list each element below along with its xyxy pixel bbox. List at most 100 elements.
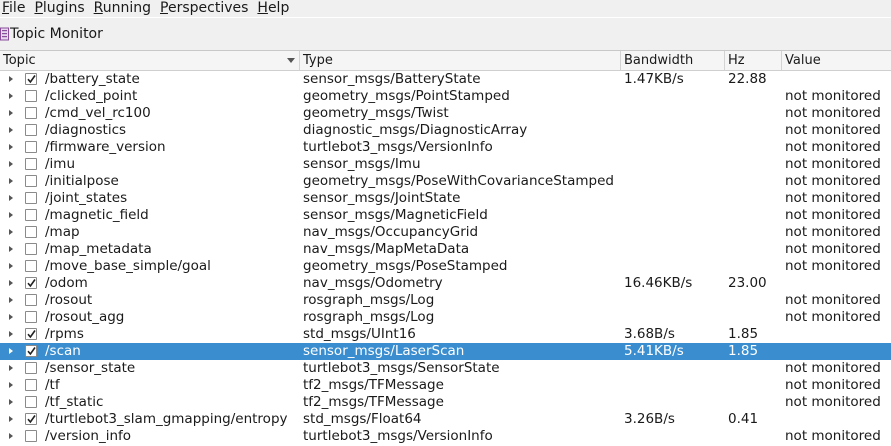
menu-file[interactable]: File [0,0,32,17]
monitor-checkbox[interactable] [25,141,37,153]
expand-arrow-icon[interactable] [9,76,13,82]
table-row[interactable]: /odom nav_msgs/Odometry 16.46KB/s 23.00 [0,275,891,292]
topic-cell: /scan [45,343,81,359]
monitor-checkbox[interactable] [25,430,37,442]
expand-arrow-icon[interactable] [9,331,13,337]
hz-cell [728,122,780,139]
hz-cell: 23.00 [728,275,767,291]
table-row[interactable]: /clicked_point geometry_msgs/PointStamped… [0,88,891,105]
column-header-value[interactable]: Value [782,51,891,70]
table-row[interactable]: /scan sensor_msgs/LaserScan 5.41KB/s 1.85 [0,343,891,360]
topic-cell: /rosout [45,292,93,308]
monitor-checkbox[interactable] [25,226,37,238]
expand-arrow-icon[interactable] [9,93,13,99]
expand-arrow-icon[interactable] [9,229,13,235]
monitor-checkbox[interactable] [25,243,37,255]
topic-cell: /tf [45,377,60,393]
monitor-checkbox[interactable] [25,209,37,221]
bandwidth-cell: 1.47KB/s [624,71,684,87]
monitor-checkbox[interactable] [25,90,37,102]
expand-arrow-icon[interactable] [9,433,13,439]
value-cell: not monitored [785,156,881,172]
topic-cell: /map_metadata [45,241,152,257]
bandwidth-cell [624,258,724,275]
expand-arrow-icon[interactable] [9,280,13,286]
table-row[interactable]: /initialpose geometry_msgs/PoseWithCovari… [0,173,891,190]
monitor-checkbox[interactable] [25,413,37,425]
monitor-checkbox[interactable] [25,311,37,323]
type-cell: sensor_msgs/Imu [303,156,421,172]
menu-help[interactable]: Help [255,0,296,17]
monitor-checkbox[interactable] [25,124,37,136]
monitor-checkbox[interactable] [25,192,37,204]
column-header-bandwidth[interactable]: Bandwidth [621,51,725,70]
hz-cell [728,139,780,156]
table-row[interactable]: /magnetic_field sensor_msgs/MagneticField… [0,207,891,224]
topic-cell: /diagnostics [45,122,127,138]
table-row[interactable]: /turtlebot3_slam_gmapping/entropy std_msg… [0,411,891,428]
expand-arrow-icon[interactable] [9,382,13,388]
monitor-checkbox[interactable] [25,345,37,357]
value-cell: not monitored [785,428,881,444]
expand-arrow-icon[interactable] [9,110,13,116]
table-row[interactable]: /firmware_version turtlebot3_msgs/Version… [0,139,891,156]
column-header-type[interactable]: Type [300,51,621,70]
table-row[interactable]: /cmd_vel_rc100 geometry_msgs/Twist not mon… [0,105,891,122]
expand-arrow-icon[interactable] [9,399,13,405]
expand-arrow-icon[interactable] [9,416,13,422]
value-cell [785,343,891,360]
column-header-topic[interactable]: Topic [0,51,300,70]
bandwidth-cell [624,139,724,156]
monitor-checkbox[interactable] [25,73,37,85]
expand-arrow-icon[interactable] [9,212,13,218]
table-row[interactable]: /joint_states sensor_msgs/JointState not m… [0,190,891,207]
monitor-checkbox[interactable] [25,294,37,306]
topic-table[interactable]: Topic Type Bandwidth Hz Value /battery_s… [0,50,891,446]
monitor-checkbox[interactable] [25,158,37,170]
menu-plugins[interactable]: Plugins [32,0,91,17]
expand-arrow-icon[interactable] [9,178,13,184]
expand-arrow-icon[interactable] [9,365,13,371]
expand-arrow-icon[interactable] [9,161,13,167]
expand-arrow-icon[interactable] [9,127,13,133]
monitor-checkbox[interactable] [25,362,37,374]
monitor-checkbox[interactable] [25,396,37,408]
topic-cell: /clicked_point [45,88,138,104]
table-row[interactable]: /rpms std_msgs/UInt16 3.68B/s 1.85 [0,326,891,343]
table-row[interactable]: /tf_static tf2_msgs/TFMessage not monitore… [0,394,891,411]
monitor-checkbox[interactable] [25,107,37,119]
monitor-checkbox[interactable] [25,379,37,391]
topic-cell: /odom [45,275,88,291]
table-row[interactable]: /sensor_state turtlebot3_msgs/SensorState… [0,360,891,377]
column-header-hz[interactable]: Hz [725,51,782,70]
expand-arrow-icon[interactable] [9,297,13,303]
menu-running[interactable]: Running [92,0,158,17]
value-cell: not monitored [785,360,881,376]
topic-cell: /magnetic_field [45,207,149,223]
menu-perspectives[interactable]: Perspectives [158,0,255,17]
expand-arrow-icon[interactable] [9,195,13,201]
expand-arrow-icon[interactable] [9,144,13,150]
monitor-checkbox[interactable] [25,277,37,289]
table-row[interactable]: /imu sensor_msgs/Imu not monitored [0,156,891,173]
monitor-checkbox[interactable] [25,175,37,187]
expand-arrow-icon[interactable] [9,246,13,252]
type-cell: sensor_msgs/BatteryState [303,71,481,87]
expand-arrow-icon[interactable] [9,263,13,269]
monitor-checkbox[interactable] [25,328,37,340]
table-row[interactable]: /battery_state sensor_msgs/BatteryState 1.… [0,71,891,88]
table-row[interactable]: /rosout_agg rosgraph_msgs/Log not monitore… [0,309,891,326]
bandwidth-cell [624,173,724,190]
expand-arrow-icon[interactable] [9,314,13,320]
table-row[interactable]: /diagnostics diagnostic_msgs/DiagnosticAr… [0,122,891,139]
table-row[interactable]: /map nav_msgs/OccupancyGrid not monitored [0,224,891,241]
table-row[interactable]: /rosout rosgraph_msgs/Log not monitored [0,292,891,309]
table-row[interactable]: /tf tf2_msgs/TFMessage not monitored [0,377,891,394]
expand-arrow-icon[interactable] [9,348,13,354]
table-row[interactable]: /map_metadata nav_msgs/MapMetaData not mon… [0,241,891,258]
type-cell: turtlebot3_msgs/VersionInfo [303,428,493,444]
table-row[interactable]: /move_base_simple/goal geometry_msgs/Pose… [0,258,891,275]
monitor-checkbox[interactable] [25,260,37,272]
type-cell: nav_msgs/Odometry [303,275,443,291]
table-row[interactable]: /version_info turtlebot3_msgs/VersionInfo… [0,428,891,445]
